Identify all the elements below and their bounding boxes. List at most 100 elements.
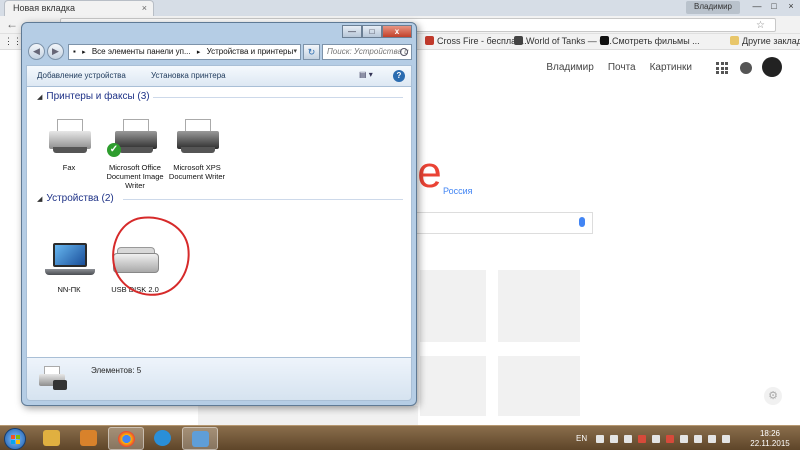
minimize-button[interactable]: — <box>750 1 764 11</box>
bookmark-favicon <box>600 36 609 45</box>
avatar[interactable] <box>762 57 782 77</box>
tray-icon[interactable] <box>610 435 618 443</box>
fax-icon <box>39 117 99 161</box>
taskbar: EN 18:26 22.11.2015 <box>0 425 800 450</box>
gear-icon[interactable]: ⚙ <box>764 387 782 405</box>
devices-printers-icon <box>37 364 71 394</box>
devices-content: ◢ Принтеры и факсы (3) Fax ✓ Microsoft Of… <box>26 87 412 357</box>
clock-time: 18:26 <box>759 429 781 438</box>
google-link-user[interactable]: Владимир <box>546 62 594 73</box>
media-player-icon <box>80 430 97 446</box>
change-view-icon[interactable]: ▤ ▾ <box>359 70 379 82</box>
speed-dial-tile[interactable] <box>498 356 580 416</box>
back-button[interactable]: ◀ <box>28 43 45 60</box>
google-search-input[interactable] <box>395 212 593 234</box>
window-caption-buttons: — □ x <box>342 25 412 38</box>
google-apps-icon[interactable] <box>716 62 728 74</box>
minimize-button[interactable]: — <box>342 25 362 38</box>
tray-icon[interactable] <box>638 435 646 443</box>
taskbar-media-player[interactable] <box>71 427 107 450</box>
taskbar-chrome[interactable] <box>108 427 144 450</box>
device-label: Microsoft XPS Document Writer <box>168 163 226 181</box>
bookmark-movies[interactable]: Смотреть фильмы ... <box>600 36 700 46</box>
forward-button[interactable]: ▶ <box>47 43 64 60</box>
device-label: NN-ПК <box>57 285 81 294</box>
apps-grid-icon[interactable]: ⋮⋮ <box>4 36 22 47</box>
google-link-mail[interactable]: Почта <box>608 62 636 73</box>
folder-icon <box>43 430 60 446</box>
bookmark-favicon <box>425 36 434 45</box>
bookmark-crossfire[interactable]: Cross Fire - бесплат... <box>425 36 527 46</box>
google-link-images[interactable]: Картинки <box>650 62 692 73</box>
group-devices[interactable]: ◢ Устройства (2) <box>37 193 114 204</box>
speed-dial-tile[interactable] <box>420 356 486 416</box>
browser-tab-title: Новая вкладка <box>13 3 76 13</box>
clock-date: 22.11.2015 <box>750 439 790 448</box>
group-printers[interactable]: ◢ Принтеры и факсы (3) <box>37 91 150 102</box>
close-button[interactable]: x <box>382 25 412 38</box>
speed-dial-tile[interactable] <box>498 270 580 342</box>
search-icon[interactable] <box>400 48 408 56</box>
devices-and-printers-window: — □ x ◀ ▶ ▪ ▸ Все элементы панели уп... … <box>21 22 417 406</box>
microphone-icon[interactable] <box>579 217 585 227</box>
browser-titlebar: Новая вкладка × Владимир — □ × <box>0 0 800 16</box>
group-divider <box>123 199 403 200</box>
device-ms-xps-writer[interactable]: Microsoft XPS Document Writer <box>161 117 233 181</box>
taskbar-explorer[interactable] <box>34 427 70 450</box>
maximize-button[interactable]: □ <box>767 1 781 11</box>
add-device-button[interactable]: Добавление устройства <box>37 71 126 80</box>
group-divider <box>153 97 403 98</box>
browser-window-controls: — □ × <box>750 1 798 11</box>
system-clock[interactable]: 18:26 22.11.2015 <box>748 429 792 449</box>
bookmark-world-of-tanks[interactable]: World of Tanks — б... <box>514 36 612 46</box>
tray-icon[interactable] <box>652 435 660 443</box>
browser-tab[interactable]: Новая вкладка × <box>4 0 154 16</box>
bookmark-star-icon[interactable]: ☆ <box>756 20 765 31</box>
chrome-icon <box>118 431 135 447</box>
command-bar: Добавление устройства Установка принтера… <box>26 65 412 87</box>
speed-dial-tile[interactable] <box>420 270 486 342</box>
start-button[interactable] <box>4 428 26 450</box>
device-computer[interactable]: NN-ПК <box>33 239 105 294</box>
google-region-label: Россия <box>443 186 473 196</box>
collapse-arrow-icon[interactable]: ◢ <box>37 196 42 203</box>
tray-icon[interactable] <box>666 435 674 443</box>
language-indicator[interactable]: EN <box>576 434 587 443</box>
close-button[interactable]: × <box>784 1 798 11</box>
control-panel-icon <box>192 431 209 447</box>
profile-button[interactable]: Владимир <box>685 1 740 14</box>
tray-icon[interactable] <box>680 435 688 443</box>
breadcrumb[interactable]: ▪ ▸ Все элементы панели уп... ▸ Устройст… <box>68 44 301 60</box>
taskbar-internet-explorer[interactable] <box>145 427 181 450</box>
chevron-down-icon[interactable]: ▾ <box>293 47 297 55</box>
taskbar-control-panel[interactable] <box>182 427 218 450</box>
address-folder-icon: ▪ <box>73 47 76 56</box>
search-input[interactable]: Поиск: Устройства и ... <box>322 44 412 60</box>
speed-dial-tile[interactable] <box>198 406 418 425</box>
signal-icon[interactable] <box>708 435 716 443</box>
google-top-links: Владимир Почта Картинки <box>546 62 692 73</box>
back-arrow-icon[interactable]: ← <box>6 17 18 31</box>
windows-logo-icon <box>11 435 20 444</box>
printer-icon <box>167 117 227 161</box>
tray-icon[interactable] <box>624 435 632 443</box>
refresh-button[interactable]: ↻ <box>303 44 320 60</box>
breadcrumb-current[interactable]: Устройства и принтеры <box>207 47 294 56</box>
printer-icon: ✓ <box>105 117 165 161</box>
maximize-button[interactable]: □ <box>362 25 382 38</box>
breadcrumb-root[interactable]: Все элементы панели уп... <box>92 47 191 56</box>
bookmark-favicon <box>514 36 523 45</box>
default-check-icon: ✓ <box>107 143 121 157</box>
notifications-bell-icon[interactable] <box>740 62 752 74</box>
collapse-arrow-icon[interactable]: ◢ <box>37 94 42 101</box>
volume-icon[interactable] <box>722 435 730 443</box>
tab-close-icon[interactable]: × <box>142 3 147 13</box>
tray-icon[interactable] <box>596 435 604 443</box>
other-bookmarks[interactable]: Другие закладки <box>730 36 800 46</box>
details-pane: Элементов: 5 <box>26 357 412 401</box>
item-count: Элементов: 5 <box>91 366 142 375</box>
network-icon[interactable] <box>694 435 702 443</box>
add-printer-button[interactable]: Установка принтера <box>151 71 226 80</box>
help-icon[interactable]: ? <box>393 70 405 82</box>
device-fax[interactable]: Fax <box>33 117 105 172</box>
